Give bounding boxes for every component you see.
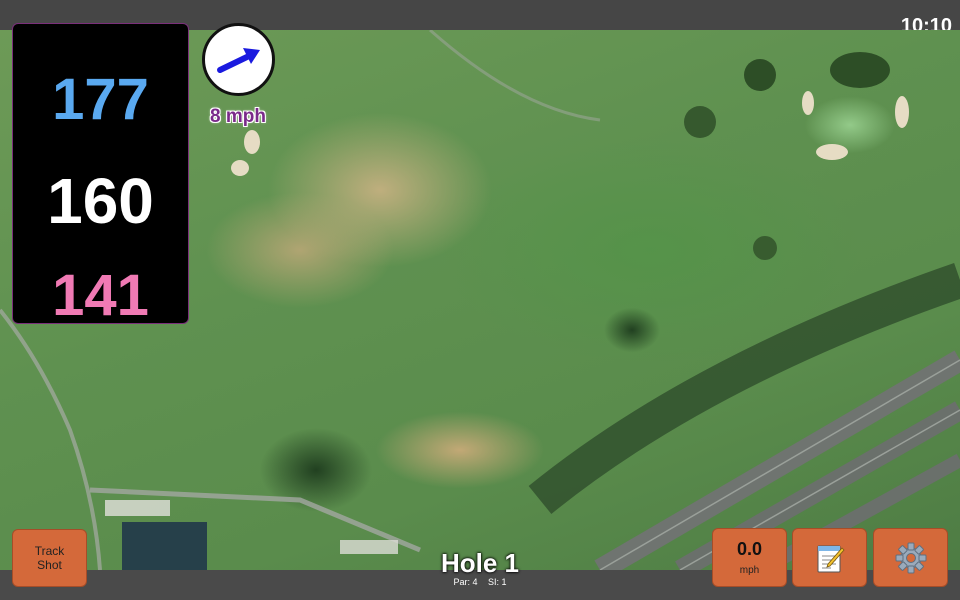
notes-button[interactable] — [792, 528, 867, 587]
notepad-icon — [817, 545, 845, 572]
wind-arrow-icon — [217, 48, 260, 73]
wind-speed-label: 8 mph — [210, 106, 266, 127]
distance-panel: 177 160 141 — [12, 23, 189, 328]
middle-distance: 160 — [47, 165, 154, 237]
gear-icon — [895, 542, 926, 573]
speed-unit: mph — [739, 565, 760, 576]
track-shot-label-line1: Track — [34, 544, 65, 558]
front-distance: 141 — [52, 263, 149, 328]
hole-stroke-index: SI: 1 — [488, 577, 507, 587]
track-shot-label-line2: Shot — [37, 558, 62, 572]
hole-meta: Par: 4 SI: 1 — [380, 577, 580, 587]
speed-button[interactable]: 0.0 mph — [712, 528, 787, 587]
hole-title: Hole 1 — [440, 548, 520, 578]
speed-value: 0.0 — [736, 539, 763, 559]
settings-button[interactable] — [873, 528, 948, 587]
track-shot-button[interactable]: Track Shot — [12, 529, 87, 587]
back-distance: 177 — [52, 67, 149, 132]
wind-direction-dial — [202, 23, 275, 96]
hole-par: Par: 4 — [453, 577, 478, 587]
